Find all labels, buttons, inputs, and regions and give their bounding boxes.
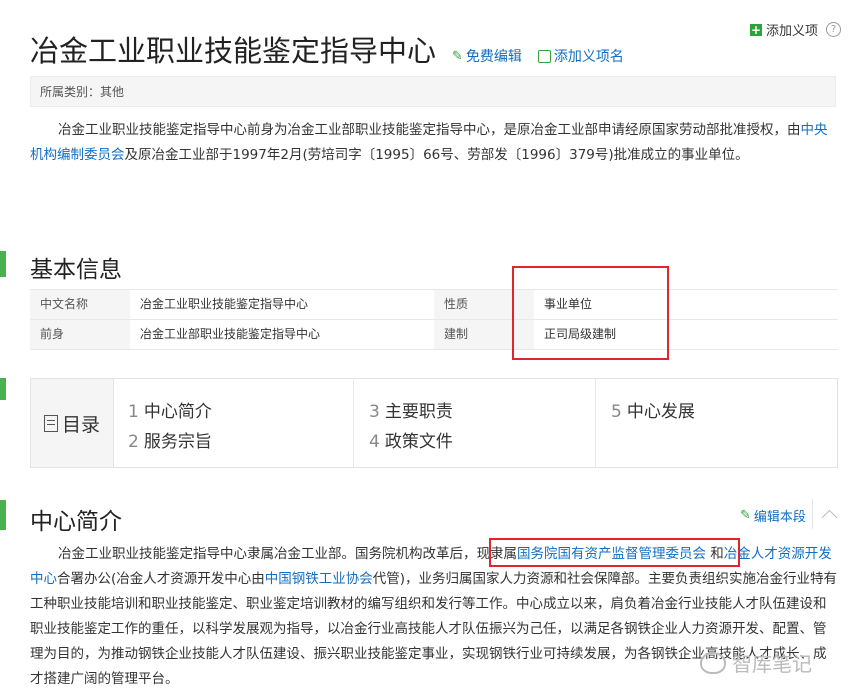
edit-section-label: 编辑本段	[753, 510, 806, 525]
pencil-icon: ✎	[452, 48, 463, 64]
edit-section-button[interactable]: ✎ 编辑本段	[740, 506, 806, 525]
toc-num: 5	[611, 402, 622, 422]
free-edit-button[interactable]: ✎ 免费编辑	[452, 46, 522, 70]
toc-num: 4	[369, 432, 380, 452]
toc-item-1[interactable]: 1 中心简介	[128, 397, 212, 422]
intro-text-2: 及原冶金工业部于1997年2月(劳培司字〔1995〕66号、劳部发〔1996〕3…	[124, 147, 749, 163]
basic-info-table: 中文名称 冶金工业职业技能鉴定指导中心 性质 事业单位 前身 冶金工业部职业技能…	[30, 289, 838, 350]
add-item-label: 添加义项	[766, 24, 819, 39]
toc-text: 服务宗旨	[143, 432, 212, 452]
toc-item-2[interactable]: 2 服务宗旨	[128, 427, 212, 452]
para-text-d: 合署办公(冶金人才资源开发中心由	[57, 571, 265, 587]
title-row: 冶金工业职业技能鉴定指导中心 ✎ 免费编辑 添加义项名	[30, 28, 624, 70]
value-predecessor: 冶金工业部职业技能鉴定指导中心	[140, 327, 321, 341]
link-steel-association[interactable]: 中国钢铁工业协会	[265, 571, 373, 587]
category-bar: 所属类别：其他	[30, 76, 836, 107]
add-item-name-button[interactable]: 添加义项名	[537, 46, 624, 70]
pencil-icon: ✎	[740, 508, 751, 523]
table-of-contents: 目录 1 中心简介 2 服务宗旨 3 主要职责 4 政策文件 5 中心发展	[30, 378, 838, 468]
toc-text: 中心发展	[626, 402, 695, 422]
highlight-box-affiliation	[489, 538, 740, 567]
divider	[812, 499, 813, 529]
intro-text-1: 冶金工业职业技能鉴定指导中心前身为冶金工业部职业技能鉴定指导中心，是原冶金工业部…	[58, 122, 801, 138]
toc-column-1: 1 中心简介 2 服务宗旨	[113, 379, 354, 467]
para-text-a: 冶金工业职业技能鉴定指导中心隶属冶金工业部。国务院机构改革后，	[58, 546, 477, 562]
basic-info-title: 基本信息	[30, 257, 122, 283]
toc-marker	[0, 378, 6, 400]
section-marker	[0, 500, 6, 530]
toc-text: 政策文件	[384, 432, 453, 452]
free-edit-label: 免费编辑	[465, 49, 522, 65]
highlight-box-info	[512, 266, 669, 360]
watermark-text: 智库笔记	[732, 652, 812, 676]
section-title-center-intro: 中心简介	[30, 509, 122, 535]
page-title: 冶金工业职业技能鉴定指导中心	[30, 34, 437, 68]
section-marker	[0, 251, 6, 277]
toc-header: 目录	[31, 379, 114, 467]
toc-column-2: 3 主要职责 4 政策文件	[354, 379, 596, 467]
toc-label: 目录	[61, 413, 100, 436]
help-icon[interactable]: ?	[826, 22, 842, 37]
watermark: 智库笔记	[700, 648, 812, 677]
copy-icon	[537, 49, 551, 63]
label-predecessor: 前身	[30, 320, 130, 349]
value-chinese-name: 冶金工业职业技能鉴定指导中心	[140, 297, 309, 311]
add-item-button[interactable]: + 添加义项 ?	[750, 20, 842, 39]
toc-num: 3	[369, 402, 380, 422]
toc-text: 主要职责	[384, 402, 453, 422]
toc-text: 中心简介	[143, 402, 212, 422]
collapse-chevron-icon[interactable]	[821, 509, 838, 526]
toc-column-3: 5 中心发展	[596, 379, 837, 467]
toc-num: 2	[128, 432, 139, 452]
toc-item-4[interactable]: 4 政策文件	[369, 427, 453, 452]
intro-paragraph: 冶金工业职业技能鉴定指导中心前身为冶金工业部职业技能鉴定指导中心，是原冶金工业部…	[30, 118, 838, 168]
add-item-name-label: 添加义项名	[553, 49, 624, 65]
plus-icon: +	[750, 22, 762, 37]
label-chinese-name: 中文名称	[30, 290, 130, 319]
toc-num: 1	[128, 402, 139, 422]
toc-item-5[interactable]: 5 中心发展	[611, 397, 695, 422]
list-icon	[43, 414, 58, 432]
chat-icon	[700, 651, 726, 674]
toc-item-3[interactable]: 3 主要职责	[369, 397, 453, 422]
